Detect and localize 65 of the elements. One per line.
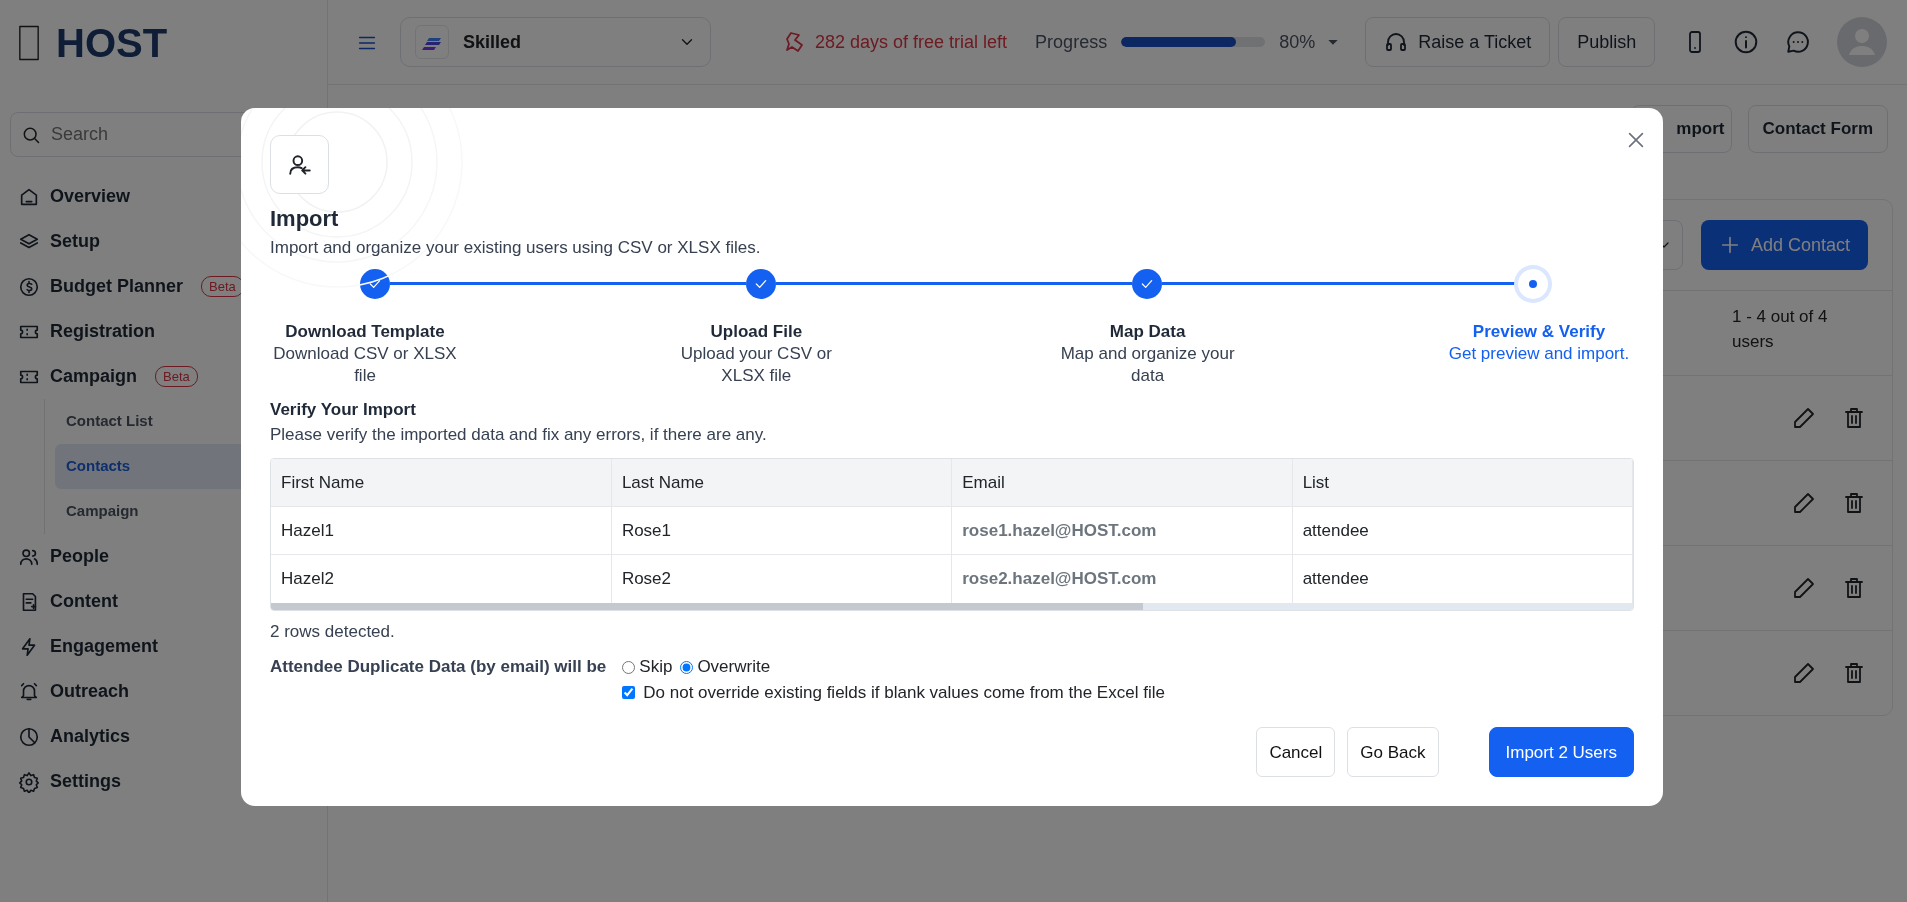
chat-icon[interactable] (1785, 29, 1811, 55)
workspace-dropdown[interactable]: Skilled (400, 17, 711, 67)
section-title: Verify Your Import (270, 398, 417, 421)
table-cell: Hazel2 (271, 554, 612, 603)
radio-label: Overwrite (697, 656, 771, 679)
bell-icon (18, 680, 40, 703)
table-cell: attendee (1292, 506, 1633, 555)
step-description: Get preview and import. (1447, 342, 1631, 365)
result-count: 1 - 4 out of 4 users (1732, 306, 1829, 353)
dialog-button[interactable]: Go Back (1347, 727, 1439, 778)
pie-chart-icon (18, 725, 40, 748)
sidebar-item[interactable]: Analytics (0, 714, 327, 759)
pencil-icon[interactable] (1792, 576, 1816, 600)
section-text: Please verify the imported data and fix any errors, if there are any. (270, 424, 768, 447)
table-cell: attendee (1292, 554, 1633, 603)
step-description: Upload your CSV or XLSX file (679, 342, 833, 387)
table-cell: rose2.hazel@HOST.com (951, 554, 1293, 603)
pencil-icon[interactable] (1792, 491, 1816, 515)
pencil-icon[interactable] (1792, 661, 1816, 685)
step-title: Upload File (709, 320, 804, 343)
step-title: Preview & Verify (1471, 320, 1607, 343)
dollar-circle-icon (18, 275, 40, 298)
column-header: List (1292, 458, 1633, 507)
trial-text: 282 days of free trial left (815, 30, 1008, 54)
beta-badge: Beta (155, 365, 198, 388)
horizontal-scrollbar[interactable] (271, 602, 1633, 610)
toolbar-button[interactable]: Contact Form (1747, 105, 1888, 153)
step-title: Download Template (284, 320, 446, 343)
publish-button[interactable]: Publish (1558, 17, 1656, 67)
trash-icon[interactable] (1842, 575, 1866, 601)
rows-summary: 2 rows detected. (270, 620, 396, 643)
column-header: Last Name (611, 458, 952, 507)
info-icon[interactable] (1733, 29, 1759, 55)
progress-reading: 80% (1279, 30, 1316, 54)
logo-text: HOST (56, 19, 168, 67)
table-cell: rose1.hazel@HOST.com (951, 506, 1293, 555)
radio-label: Skip (639, 656, 673, 679)
dialog-title: Import (270, 205, 340, 233)
table-cell: Rose1 (611, 506, 952, 555)
radio-button[interactable] (680, 660, 694, 674)
checkbox-label: Do not override existing fields if blank values come from the Excel file (643, 681, 1165, 704)
step-description: Map and organize your data (1059, 342, 1236, 387)
trash-icon[interactable] (1842, 490, 1866, 516)
add-contact-button[interactable]: Add Contact (1700, 220, 1868, 270)
dialog-button[interactable]: Cancel (1256, 727, 1336, 778)
table-cell: Rose2 (611, 554, 952, 603)
column-header: Email (951, 458, 1293, 507)
radio-button[interactable] (622, 660, 636, 674)
raise-ticket-button[interactable]: Raise a Ticket (1365, 17, 1551, 67)
column-header: First Name (271, 458, 612, 507)
sidebar-item[interactable]: Settings (0, 759, 327, 804)
headset-icon (1384, 30, 1409, 54)
pencil-icon[interactable] (1792, 406, 1816, 430)
table-cell: Hazel1 (271, 506, 612, 555)
dialog-subtitle: Import and organize your existing users using CSV or XLSX files. (270, 237, 762, 259)
duplicate-label: Attendee Duplicate Data (by email) will be (270, 656, 607, 679)
dot-icon (1529, 279, 1537, 288)
dialog-button[interactable]: Import 2 Users (1488, 727, 1634, 778)
progress-label: Progress (1035, 30, 1108, 54)
trash-icon[interactable] (1842, 660, 1866, 686)
step-description: Download CSV or XLSX file (272, 342, 458, 387)
checkbox[interactable] (622, 686, 636, 700)
trash-icon[interactable] (1842, 405, 1866, 431)
step-title: Map Data (1108, 320, 1187, 343)
gear-icon (18, 770, 40, 793)
